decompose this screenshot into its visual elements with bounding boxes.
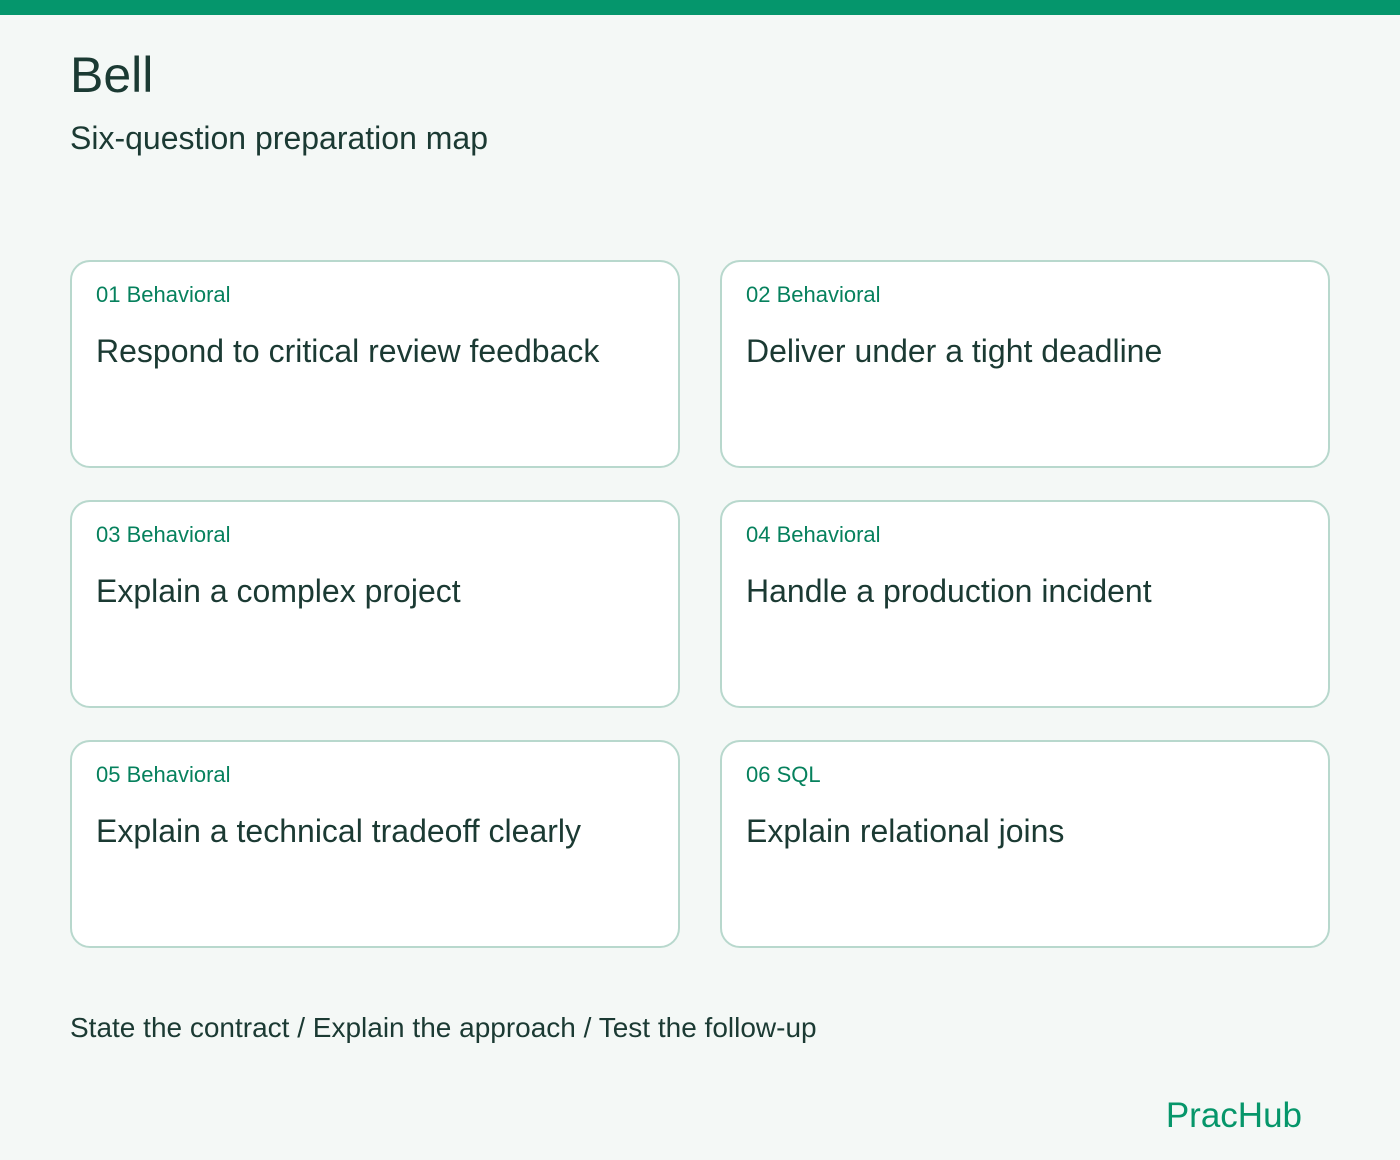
question-card[interactable]: 05 Behavioral Explain a technical tradeo… [70, 740, 680, 948]
question-tag: 05 Behavioral [96, 762, 231, 787]
top-accent-bar [0, 0, 1400, 15]
question-card[interactable]: 04 Behavioral Handle a production incide… [720, 500, 1330, 708]
approach-note: State the contract / Explain the approac… [70, 1012, 817, 1043]
question-tag: 02 Behavioral [746, 282, 881, 307]
question-tag: 04 Behavioral [746, 522, 881, 547]
question-card[interactable]: 06 SQL Explain relational joins [720, 740, 1330, 948]
question-tag: 03 Behavioral [96, 522, 231, 547]
question-tag: 06 SQL [746, 762, 821, 787]
question-title: Explain relational joins [746, 813, 1065, 849]
question-card[interactable]: 02 Behavioral Deliver under a tight dead… [720, 260, 1330, 468]
page-subtitle: Six-question preparation map [70, 120, 489, 156]
question-card[interactable]: 01 Behavioral Respond to critical review… [70, 260, 680, 468]
question-title: Explain a technical tradeoff clearly [96, 813, 582, 849]
brand-logo: PracHub [1165, 1096, 1302, 1135]
question-title: Respond to critical review feedback [96, 333, 600, 369]
question-title: Explain a complex project [96, 573, 461, 609]
question-title: Deliver under a tight deadline [746, 333, 1163, 369]
page-title: Bell [70, 47, 154, 103]
question-card[interactable]: 03 Behavioral Explain a complex project [70, 500, 680, 708]
question-tag: 01 Behavioral [96, 282, 231, 307]
question-title: Handle a production incident [746, 573, 1152, 609]
question-grid: 01 Behavioral Respond to critical review… [70, 260, 1330, 948]
